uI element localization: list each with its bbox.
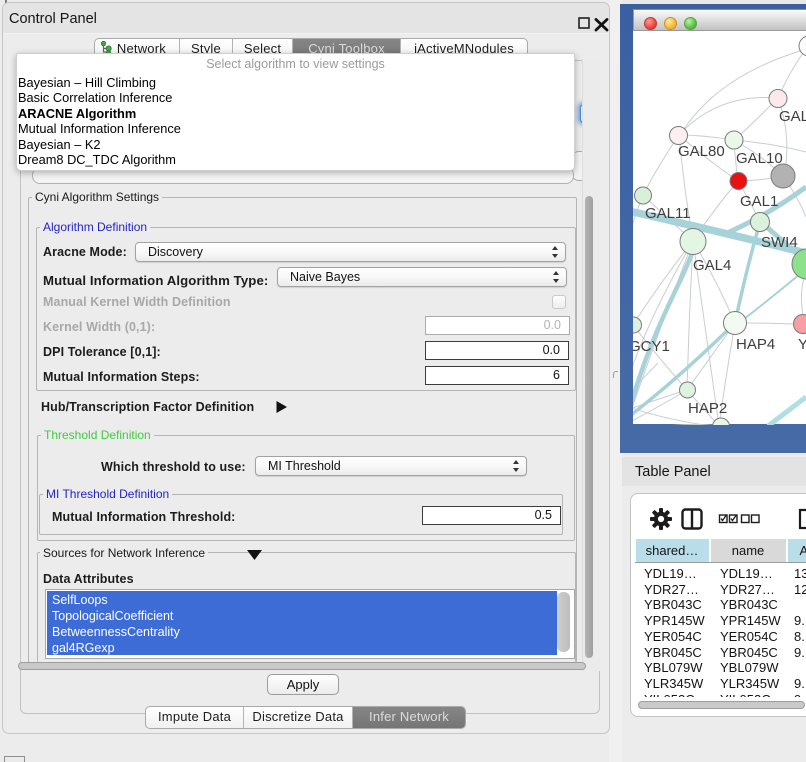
svg-text:GAL80: GAL80	[678, 143, 725, 160]
svg-text:HAP2: HAP2	[688, 400, 727, 417]
svg-text:HAP4: HAP4	[736, 336, 775, 353]
svg-text:GAL10: GAL10	[736, 150, 783, 167]
svg-text:GAL7: GAL7	[779, 108, 806, 125]
svg-text:GAL1: GAL1	[740, 193, 778, 210]
svg-text:GAL4: GAL4	[693, 257, 731, 274]
svg-text:SWI4: SWI4	[761, 234, 798, 251]
svg-text:GCY1: GCY1	[633, 338, 670, 355]
svg-text:GAL11: GAL11	[645, 205, 691, 222]
svg-text:YJ: YJ	[798, 336, 806, 353]
